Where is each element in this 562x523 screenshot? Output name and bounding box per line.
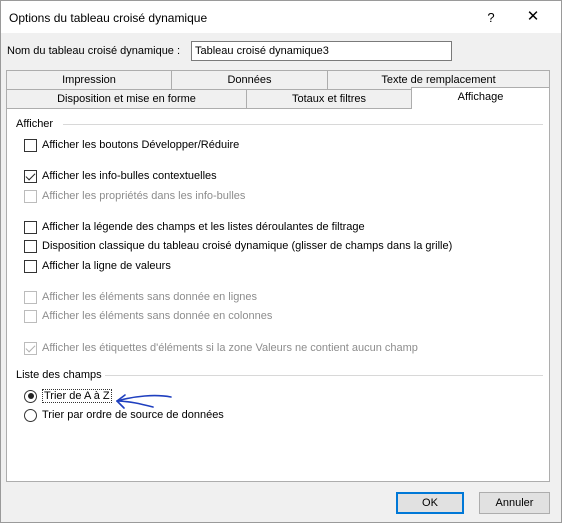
option-label: Afficher les éléments sans donnée en lig… (42, 291, 258, 303)
afficher-divider (63, 124, 543, 125)
option-legende-champs[interactable]: Afficher la légende des champs et les li… (24, 219, 365, 235)
tab-donnees[interactable]: Données (171, 70, 328, 89)
pivot-options-dialog: Options du tableau croisé dynamique ? ✕ … (0, 0, 562, 523)
checkbox[interactable] (24, 290, 37, 304)
option-label: Afficher les info-bulles contextuelles (42, 170, 217, 182)
ok-button[interactable]: OK (396, 492, 464, 514)
checkbox[interactable] (24, 341, 37, 355)
option-label: Afficher la ligne de valeurs (42, 260, 171, 272)
help-button[interactable]: ? (479, 7, 503, 29)
option-boutons-developper[interactable]: Afficher les boutons Développer/Réduire (24, 137, 239, 153)
option-elements-sans-donnee-lignes[interactable]: Afficher les éléments sans donnée en lig… (24, 289, 257, 305)
checkbox[interactable] (24, 259, 37, 273)
radio-button[interactable] (24, 389, 37, 403)
tab-affichage[interactable]: Affichage (411, 87, 550, 109)
option-ligne-valeurs[interactable]: Afficher la ligne de valeurs (24, 258, 171, 274)
checkbox[interactable] (24, 189, 37, 203)
pivot-name-input[interactable] (191, 41, 452, 61)
option-label: Disposition classique du tableau croisé … (42, 240, 453, 252)
liste-champs-divider (105, 375, 543, 376)
liste-champs-group-title: Liste des champs (16, 369, 102, 381)
option-etiquettes-elements[interactable]: Afficher les étiquettes d'éléments si la… (24, 340, 418, 356)
checkbox[interactable] (24, 309, 37, 323)
radio-button[interactable] (24, 408, 37, 422)
option-elements-sans-donnee-colonnes[interactable]: Afficher les éléments sans donnée en col… (24, 308, 272, 324)
tab-totaux-filtres[interactable]: Totaux et filtres (246, 89, 412, 108)
afficher-group-title: Afficher (16, 118, 54, 130)
option-proprietes-info-bulles[interactable]: Afficher les propriétés dans les info-bu… (24, 188, 245, 204)
option-info-bulles[interactable]: Afficher les info-bulles contextuelles (24, 168, 217, 184)
option-label: Afficher les éléments sans donnée en col… (42, 310, 273, 322)
option-label: Trier de A à Z (42, 389, 112, 403)
title-bar: Options du tableau croisé dynamique ? ✕ (1, 1, 561, 33)
checkbox[interactable] (24, 239, 37, 253)
cancel-button[interactable]: Annuler (479, 492, 550, 514)
checkbox[interactable] (24, 220, 37, 234)
checkbox[interactable] (24, 169, 37, 183)
annotation-arrow-icon (116, 394, 172, 409)
option-label: Afficher les propriétés dans les info-bu… (42, 190, 246, 202)
tab-disposition[interactable]: Disposition et mise en forme (6, 89, 247, 108)
pivot-name-label: Nom du tableau croisé dynamique : (7, 45, 181, 57)
close-button[interactable]: ✕ (513, 5, 553, 29)
option-disposition-classique[interactable]: Disposition classique du tableau croisé … (24, 238, 452, 254)
option-label: Afficher les boutons Développer/Réduire (42, 139, 240, 151)
option-trier-a-z[interactable]: Trier de A à Z (24, 388, 112, 404)
dialog-title: Options du tableau croisé dynamique (9, 11, 208, 25)
checkbox[interactable] (24, 138, 37, 152)
option-label: Afficher la légende des champs et les li… (42, 221, 365, 233)
tab-impression[interactable]: Impression (6, 70, 172, 89)
option-label: Afficher les étiquettes d'éléments si la… (42, 342, 418, 354)
